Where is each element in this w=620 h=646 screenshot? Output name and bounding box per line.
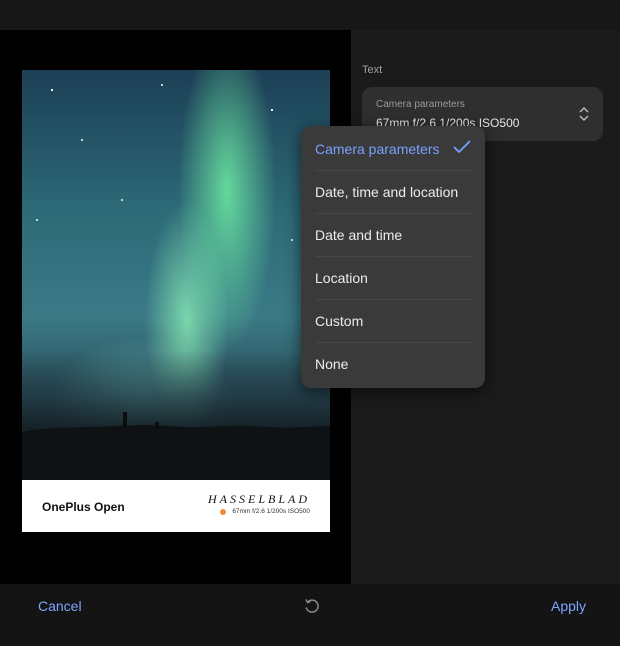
person-silhouette — [123, 412, 127, 428]
select-caption: Camera parameters — [376, 99, 465, 110]
dropdown-item-label: Custom — [315, 312, 364, 329]
ground-silhouette — [22, 424, 330, 480]
text-type-dropdown: Camera parameters Date, time and locatio… — [301, 126, 485, 388]
photo-preview: OnePlus Open HASSELBLAD 67mm f/2.6 1/200… — [22, 70, 330, 532]
device-name: OnePlus Open — [42, 500, 125, 514]
section-label: Text — [362, 64, 383, 76]
dropdown-item-date-time-location[interactable]: Date, time and location — [315, 170, 473, 214]
dropdown-item-label: Date, time and location — [315, 183, 459, 200]
aurora-photo — [22, 70, 330, 480]
dropdown-item-label: Date and time — [315, 226, 403, 243]
watermark-footer: OnePlus Open HASSELBLAD 67mm f/2.6 1/200… — [22, 480, 330, 532]
watermark-params-text: 67mm f/2.6 1/200s ISO500 — [232, 508, 310, 515]
check-icon — [453, 140, 471, 154]
dropdown-item-camera-parameters[interactable]: Camera parameters — [315, 127, 473, 171]
brand-logo: HASSELBLAD — [208, 492, 310, 506]
chevron-up-down-icon — [579, 107, 589, 121]
person-silhouette — [155, 422, 159, 430]
cancel-button[interactable]: Cancel — [38, 598, 82, 614]
watermark-params: 67mm f/2.6 1/200s ISO500 — [220, 508, 310, 515]
dropdown-item-custom[interactable]: Custom — [315, 299, 473, 343]
dropdown-item-label: Location — [315, 269, 368, 286]
top-strip — [0, 0, 620, 30]
orange-dot-icon — [220, 508, 227, 515]
apply-button[interactable]: Apply — [551, 598, 586, 614]
dropdown-item-date-time[interactable]: Date and time — [315, 213, 473, 257]
dropdown-item-none[interactable]: None — [315, 342, 473, 385]
dropdown-item-location[interactable]: Location — [315, 256, 473, 300]
reset-icon[interactable] — [303, 597, 321, 615]
dropdown-item-label: Camera parameters — [315, 140, 440, 157]
dropdown-item-label: None — [315, 355, 349, 372]
bottom-bar — [0, 584, 620, 646]
clouds — [22, 350, 330, 430]
